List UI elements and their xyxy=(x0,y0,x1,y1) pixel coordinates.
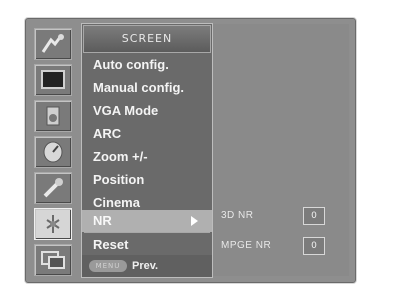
menu-footer: MENU Prev. xyxy=(82,255,212,277)
category-screen-display[interactable] xyxy=(34,64,72,96)
menu-item-manual-config[interactable]: Manual config. xyxy=(82,77,212,99)
menu-item-label: ARC xyxy=(93,126,122,141)
category-time[interactable] xyxy=(34,136,72,168)
menu-button-icon: MENU xyxy=(89,260,127,272)
menu-item-label: NR xyxy=(93,213,112,228)
category-picture[interactable] xyxy=(34,28,72,60)
menu-item-label: Position xyxy=(93,172,145,187)
screen-menu: SCREEN Auto config. Manual config. VGA M… xyxy=(81,23,213,278)
prev-hint: Prev. xyxy=(132,260,159,272)
menu-item-auto-config[interactable]: Auto config. xyxy=(82,54,212,76)
category-icon-column xyxy=(34,24,74,276)
menu-title: SCREEN xyxy=(83,25,211,53)
menu-item-vga-mode[interactable]: VGA Mode xyxy=(82,100,212,122)
category-option[interactable] xyxy=(34,172,72,204)
menu-item-zoom[interactable]: Zoom +/- xyxy=(82,146,212,168)
submenu-value-3d-nr[interactable]: 0 xyxy=(303,207,325,225)
menu-item-label: VGA Mode xyxy=(93,103,159,118)
category-setup[interactable] xyxy=(34,208,72,240)
menu-item-label: Zoom +/- xyxy=(93,149,148,164)
category-sound[interactable] xyxy=(34,100,72,132)
submenu-label-mpge-nr: MPGE NR xyxy=(221,240,272,251)
arrow-right-icon xyxy=(191,216,198,226)
menu-item-label: Cinema xyxy=(93,195,140,210)
menu-item-label: Reset xyxy=(93,237,129,252)
menu-item-label: Manual config. xyxy=(93,80,184,95)
category-pip[interactable] xyxy=(34,244,72,276)
nr-submenu-panel: 3D NR 0 MPGE NR 0 xyxy=(213,24,349,276)
menu-item-nr[interactable]: NR xyxy=(82,210,212,232)
menu-separator xyxy=(84,232,210,233)
menu-item-reset[interactable]: Reset xyxy=(82,234,212,256)
menu-item-position[interactable]: Position xyxy=(82,169,212,191)
submenu-value-mpge-nr[interactable]: 0 xyxy=(303,237,325,255)
menu-item-arc[interactable]: ARC xyxy=(82,123,212,145)
menu-item-label: Auto config. xyxy=(93,57,169,72)
submenu-label-3d-nr: 3D NR xyxy=(221,210,254,221)
